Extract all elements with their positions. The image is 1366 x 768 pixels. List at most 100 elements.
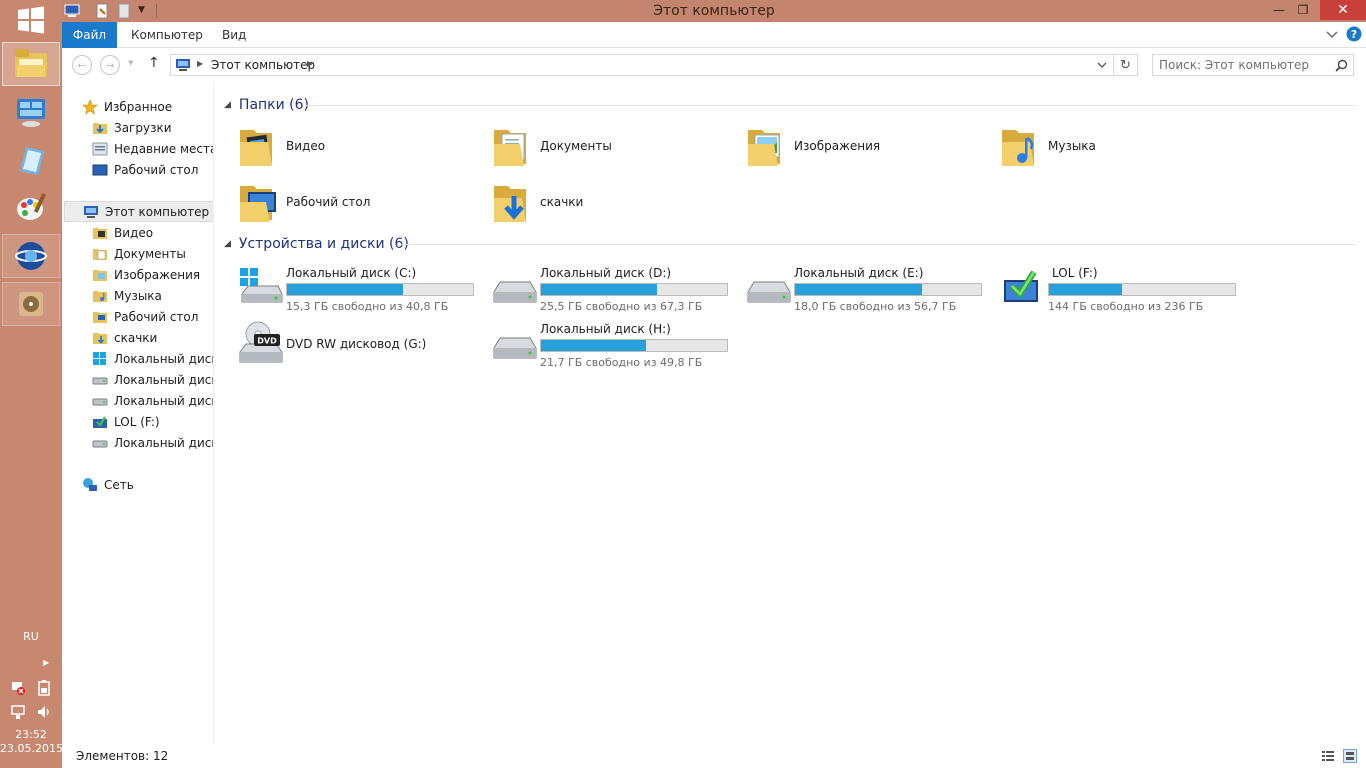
breadcrumb-separator-icon[interactable]: ▶	[307, 59, 313, 68]
nav-label: LOL (F:)	[114, 414, 160, 429]
taskbar-notebook-button[interactable]	[2, 138, 60, 182]
taskbar-explorer-button[interactable]	[2, 42, 60, 86]
drive-label: LOL (F:)	[1052, 266, 1098, 280]
nav-music[interactable]: Музыка	[62, 285, 213, 306]
drive-tile-g[interactable]: DVD DVD RW дисковод (G:)	[228, 318, 468, 370]
hard-drive-icon	[92, 440, 108, 447]
tab-computer[interactable]: Компьютер	[131, 22, 203, 48]
close-button[interactable]: ✕	[1320, 0, 1366, 20]
up-button[interactable]: ↑	[148, 55, 160, 71]
control-panel-icon	[17, 99, 45, 127]
clock-date: 23.05.2015	[0, 742, 63, 755]
tab-view[interactable]: Вид	[222, 22, 246, 48]
hard-disk-tool-icon	[19, 292, 43, 316]
drive-tile-h[interactable]: Локальный диск (H:) 21,7 ГБ свободно из …	[482, 318, 728, 370]
refresh-button[interactable]: ↻	[1114, 54, 1138, 76]
breadcrumb-this-pc[interactable]: Этот компьютер	[211, 58, 315, 72]
taskbar-paint-button[interactable]	[2, 186, 60, 230]
nav-drive-d[interactable]: Локальный диск (	[62, 369, 213, 390]
nav-label: Локальный диск (	[114, 393, 213, 408]
drive-free-space: 21,7 ГБ свободно из 49,8 ГБ	[540, 356, 703, 369]
nav-this-pc[interactable]: Этот компьютер	[64, 201, 213, 222]
search-input[interactable]	[1159, 57, 1329, 73]
volume-icon[interactable]	[36, 704, 52, 720]
group-header-folders[interactable]: ◢ Папки (6)	[224, 94, 309, 116]
search-box[interactable]	[1152, 54, 1354, 76]
address-bar[interactable]: ▶ Этот компьютер ▶	[170, 54, 1114, 76]
drive-usage-bar	[286, 283, 474, 296]
taskbar-browser-button[interactable]	[2, 234, 60, 278]
details-view-icon[interactable]	[1321, 749, 1335, 763]
battery-icon[interactable]	[36, 680, 52, 696]
folder-tile-downloads[interactable]: скачки	[482, 176, 722, 228]
nav-favorites[interactable]: Избранное	[62, 96, 213, 117]
folder-tile-pictures[interactable]: Изображения	[736, 120, 976, 172]
nav-label: Этот компьютер	[105, 204, 210, 219]
back-button[interactable]: ←	[72, 55, 92, 75]
drive-tile-e[interactable]: Локальный диск (E:) 18,0 ГБ свободно из …	[736, 262, 982, 314]
nav-pictures[interactable]: Изображения	[62, 264, 213, 285]
documents-folder-icon	[494, 130, 526, 166]
nav-label: Сеть	[104, 477, 134, 492]
nav-label: Рабочий стол	[114, 162, 199, 177]
taskbar-control-panel-button[interactable]	[2, 90, 60, 134]
drive-label: Локальный диск (D:)	[540, 266, 672, 280]
maximize-button[interactable]: ❐	[1290, 0, 1316, 20]
breadcrumb-separator-icon[interactable]: ▶	[197, 59, 203, 68]
folder-label: скачки	[540, 195, 584, 209]
nav-downloads-folder[interactable]: скачки	[62, 327, 213, 348]
network-status-icon[interactable]	[10, 704, 26, 720]
nav-drive-e[interactable]: Локальный диск (	[62, 390, 213, 411]
nav-desktop-favorite[interactable]: Рабочий стол	[62, 159, 213, 180]
folder-tile-documents[interactable]: Документы	[482, 120, 722, 172]
nav-downloads[interactable]: Загрузки	[62, 117, 213, 138]
nav-drive-f[interactable]: LOL (F:)	[62, 411, 213, 432]
collapse-triangle-icon: ◢	[224, 239, 231, 249]
back-arrow-icon: ←	[77, 58, 87, 72]
ribbon-expand-icon[interactable]	[1326, 30, 1338, 40]
drive-tile-d[interactable]: Локальный диск (D:) 25,5 ГБ свободно из …	[482, 262, 728, 314]
forward-button[interactable]: →	[100, 55, 120, 75]
clock-time: 23:52	[15, 728, 47, 741]
taskbar-clock[interactable]: 23:52 23.05.2015	[0, 728, 63, 756]
nav-desktop[interactable]: Рабочий стол	[62, 306, 213, 327]
address-row: ← → ▼ ↑ ▶ Этот компьютер ▶ ↻	[62, 48, 1366, 82]
pictures-folder-icon	[93, 269, 107, 281]
folder-tile-videos[interactable]: Видео	[228, 120, 468, 172]
drive-tile-f[interactable]: LOL (F:) 144 ГБ свободно из 236 ГБ	[990, 262, 1236, 314]
nav-label: скачки	[114, 330, 158, 345]
help-icon[interactable]: ?	[1346, 26, 1362, 42]
recent-locations-icon[interactable]: ▼	[128, 59, 133, 67]
pictures-folder-icon	[748, 130, 780, 166]
folder-label: Документы	[540, 139, 612, 153]
address-dropdown-icon[interactable]	[1097, 61, 1107, 69]
folder-tile-desktop[interactable]: Рабочий стол	[228, 176, 468, 228]
computer-small-icon	[176, 59, 190, 71]
search-icon[interactable]	[1335, 59, 1348, 72]
drive-usage-fill	[287, 284, 404, 295]
nav-documents[interactable]: Документы	[62, 243, 213, 264]
ribbon: Файл Компьютер Вид ?	[62, 22, 1366, 48]
tray-expand-icon[interactable]: ▶	[43, 658, 49, 667]
group-header-devices[interactable]: ◢ Устройства и диски (6)	[224, 233, 409, 255]
network-error-icon[interactable]	[10, 680, 26, 696]
lol-drive-icon	[93, 415, 107, 428]
nav-recent-places[interactable]: Недавние места	[62, 138, 213, 159]
nav-label: Локальный диск (	[114, 351, 213, 366]
taskbar-disk-tool-button[interactable]	[2, 282, 60, 326]
svg-text:DVD: DVD	[257, 337, 277, 346]
nav-videos[interactable]: Видео	[62, 222, 213, 243]
drive-tile-c[interactable]: Локальный диск (C:) 15,3 ГБ свободно из …	[228, 262, 474, 314]
language-indicator[interactable]: RU	[0, 630, 62, 643]
nav-network[interactable]: Сеть	[62, 474, 213, 495]
minimize-button[interactable]: —	[1266, 0, 1292, 20]
tab-file[interactable]: Файл	[62, 22, 117, 48]
item-count: Элементов: 12	[76, 749, 169, 763]
tiles-view-icon[interactable]	[1343, 749, 1357, 763]
downloads-folder-icon	[494, 186, 526, 222]
nav-drive-h[interactable]: Локальный диск (	[62, 432, 213, 453]
folder-tile-music[interactable]: Музыка	[990, 120, 1230, 172]
folder-label: Видео	[286, 139, 326, 153]
windows-start-icon[interactable]	[16, 6, 46, 34]
nav-drive-c[interactable]: Локальный диск (	[62, 348, 213, 369]
